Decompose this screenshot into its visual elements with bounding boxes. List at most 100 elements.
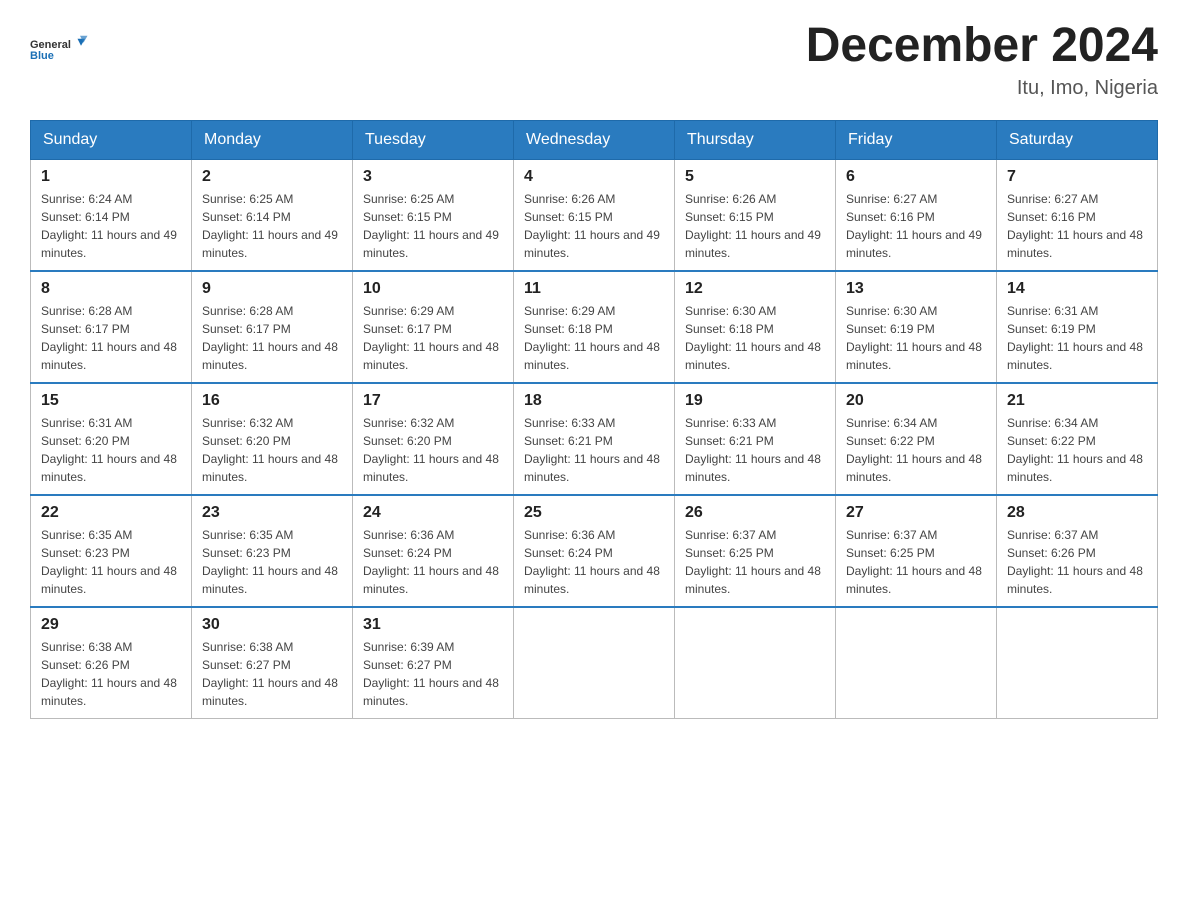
day-number: 3: [363, 168, 503, 186]
col-monday: Monday: [192, 120, 353, 159]
day-info: Sunrise: 6:27 AMSunset: 6:16 PMDaylight:…: [846, 192, 982, 260]
table-row: 11 Sunrise: 6:29 AMSunset: 6:18 PMDaylig…: [514, 271, 675, 383]
svg-text:General: General: [30, 39, 71, 51]
day-info: Sunrise: 6:31 AMSunset: 6:19 PMDaylight:…: [1007, 304, 1143, 372]
day-number: 17: [363, 392, 503, 410]
location: Itu, Imo, Nigeria: [806, 77, 1158, 100]
col-wednesday: Wednesday: [514, 120, 675, 159]
table-row: 18 Sunrise: 6:33 AMSunset: 6:21 PMDaylig…: [514, 383, 675, 495]
table-row: 6 Sunrise: 6:27 AMSunset: 6:16 PMDayligh…: [836, 159, 997, 271]
day-number: 4: [524, 168, 664, 186]
page-header: General Blue December 2024 Itu, Imo, Nig…: [30, 20, 1158, 100]
day-number: 22: [41, 504, 181, 522]
table-row: 15 Sunrise: 6:31 AMSunset: 6:20 PMDaylig…: [31, 383, 192, 495]
table-row: 31 Sunrise: 6:39 AMSunset: 6:27 PMDaylig…: [353, 607, 514, 719]
table-row: 25 Sunrise: 6:36 AMSunset: 6:24 PMDaylig…: [514, 495, 675, 607]
day-number: 20: [846, 392, 986, 410]
table-row: 17 Sunrise: 6:32 AMSunset: 6:20 PMDaylig…: [353, 383, 514, 495]
col-tuesday: Tuesday: [353, 120, 514, 159]
day-number: 16: [202, 392, 342, 410]
day-info: Sunrise: 6:29 AMSunset: 6:18 PMDaylight:…: [524, 304, 660, 372]
day-number: 12: [685, 280, 825, 298]
table-row: 14 Sunrise: 6:31 AMSunset: 6:19 PMDaylig…: [997, 271, 1158, 383]
day-number: 15: [41, 392, 181, 410]
day-number: 11: [524, 280, 664, 298]
day-number: 29: [41, 616, 181, 634]
table-row: 20 Sunrise: 6:34 AMSunset: 6:22 PMDaylig…: [836, 383, 997, 495]
day-info: Sunrise: 6:39 AMSunset: 6:27 PMDaylight:…: [363, 640, 499, 708]
day-info: Sunrise: 6:25 AMSunset: 6:15 PMDaylight:…: [363, 192, 499, 260]
day-number: 21: [1007, 392, 1147, 410]
table-row: 28 Sunrise: 6:37 AMSunset: 6:26 PMDaylig…: [997, 495, 1158, 607]
calendar-week-row: 1 Sunrise: 6:24 AMSunset: 6:14 PMDayligh…: [31, 159, 1158, 271]
day-info: Sunrise: 6:33 AMSunset: 6:21 PMDaylight:…: [685, 416, 821, 484]
table-row: 10 Sunrise: 6:29 AMSunset: 6:17 PMDaylig…: [353, 271, 514, 383]
table-row: 4 Sunrise: 6:26 AMSunset: 6:15 PMDayligh…: [514, 159, 675, 271]
table-row: 16 Sunrise: 6:32 AMSunset: 6:20 PMDaylig…: [192, 383, 353, 495]
day-number: 8: [41, 280, 181, 298]
day-number: 2: [202, 168, 342, 186]
table-row: [675, 607, 836, 719]
table-row: [836, 607, 997, 719]
calendar-header-row: Sunday Monday Tuesday Wednesday Thursday…: [31, 120, 1158, 159]
table-row: 8 Sunrise: 6:28 AMSunset: 6:17 PMDayligh…: [31, 271, 192, 383]
table-row: 13 Sunrise: 6:30 AMSunset: 6:19 PMDaylig…: [836, 271, 997, 383]
table-row: 5 Sunrise: 6:26 AMSunset: 6:15 PMDayligh…: [675, 159, 836, 271]
day-number: 5: [685, 168, 825, 186]
day-info: Sunrise: 6:28 AMSunset: 6:17 PMDaylight:…: [202, 304, 338, 372]
day-info: Sunrise: 6:32 AMSunset: 6:20 PMDaylight:…: [202, 416, 338, 484]
day-info: Sunrise: 6:33 AMSunset: 6:21 PMDaylight:…: [524, 416, 660, 484]
table-row: 19 Sunrise: 6:33 AMSunset: 6:21 PMDaylig…: [675, 383, 836, 495]
table-row: 24 Sunrise: 6:36 AMSunset: 6:24 PMDaylig…: [353, 495, 514, 607]
month-title: December 2024: [806, 20, 1158, 73]
day-number: 14: [1007, 280, 1147, 298]
day-info: Sunrise: 6:34 AMSunset: 6:22 PMDaylight:…: [1007, 416, 1143, 484]
day-number: 13: [846, 280, 986, 298]
day-info: Sunrise: 6:27 AMSunset: 6:16 PMDaylight:…: [1007, 192, 1143, 260]
table-row: [997, 607, 1158, 719]
day-number: 25: [524, 504, 664, 522]
day-info: Sunrise: 6:25 AMSunset: 6:14 PMDaylight:…: [202, 192, 338, 260]
day-number: 23: [202, 504, 342, 522]
day-info: Sunrise: 6:35 AMSunset: 6:23 PMDaylight:…: [41, 528, 177, 596]
day-info: Sunrise: 6:32 AMSunset: 6:20 PMDaylight:…: [363, 416, 499, 484]
table-row: 9 Sunrise: 6:28 AMSunset: 6:17 PMDayligh…: [192, 271, 353, 383]
svg-text:Blue: Blue: [30, 50, 54, 62]
day-number: 10: [363, 280, 503, 298]
day-info: Sunrise: 6:28 AMSunset: 6:17 PMDaylight:…: [41, 304, 177, 372]
day-number: 6: [846, 168, 986, 186]
table-row: 1 Sunrise: 6:24 AMSunset: 6:14 PMDayligh…: [31, 159, 192, 271]
day-info: Sunrise: 6:26 AMSunset: 6:15 PMDaylight:…: [685, 192, 821, 260]
title-area: December 2024 Itu, Imo, Nigeria: [806, 20, 1158, 100]
day-info: Sunrise: 6:38 AMSunset: 6:26 PMDaylight:…: [41, 640, 177, 708]
table-row: 22 Sunrise: 6:35 AMSunset: 6:23 PMDaylig…: [31, 495, 192, 607]
day-number: 27: [846, 504, 986, 522]
day-info: Sunrise: 6:24 AMSunset: 6:14 PMDaylight:…: [41, 192, 177, 260]
day-info: Sunrise: 6:30 AMSunset: 6:19 PMDaylight:…: [846, 304, 982, 372]
table-row: 29 Sunrise: 6:38 AMSunset: 6:26 PMDaylig…: [31, 607, 192, 719]
table-row: 30 Sunrise: 6:38 AMSunset: 6:27 PMDaylig…: [192, 607, 353, 719]
day-info: Sunrise: 6:37 AMSunset: 6:25 PMDaylight:…: [685, 528, 821, 596]
table-row: [514, 607, 675, 719]
calendar-week-row: 22 Sunrise: 6:35 AMSunset: 6:23 PMDaylig…: [31, 495, 1158, 607]
col-sunday: Sunday: [31, 120, 192, 159]
table-row: 2 Sunrise: 6:25 AMSunset: 6:14 PMDayligh…: [192, 159, 353, 271]
day-info: Sunrise: 6:36 AMSunset: 6:24 PMDaylight:…: [524, 528, 660, 596]
day-info: Sunrise: 6:30 AMSunset: 6:18 PMDaylight:…: [685, 304, 821, 372]
day-info: Sunrise: 6:26 AMSunset: 6:15 PMDaylight:…: [524, 192, 660, 260]
day-number: 30: [202, 616, 342, 634]
logo-svg: General Blue: [30, 20, 90, 75]
day-info: Sunrise: 6:29 AMSunset: 6:17 PMDaylight:…: [363, 304, 499, 372]
calendar-week-row: 29 Sunrise: 6:38 AMSunset: 6:26 PMDaylig…: [31, 607, 1158, 719]
table-row: 26 Sunrise: 6:37 AMSunset: 6:25 PMDaylig…: [675, 495, 836, 607]
table-row: 3 Sunrise: 6:25 AMSunset: 6:15 PMDayligh…: [353, 159, 514, 271]
calendar-week-row: 8 Sunrise: 6:28 AMSunset: 6:17 PMDayligh…: [31, 271, 1158, 383]
table-row: 23 Sunrise: 6:35 AMSunset: 6:23 PMDaylig…: [192, 495, 353, 607]
table-row: 21 Sunrise: 6:34 AMSunset: 6:22 PMDaylig…: [997, 383, 1158, 495]
logo: General Blue: [30, 20, 90, 75]
day-number: 1: [41, 168, 181, 186]
day-number: 19: [685, 392, 825, 410]
table-row: 12 Sunrise: 6:30 AMSunset: 6:18 PMDaylig…: [675, 271, 836, 383]
table-row: 27 Sunrise: 6:37 AMSunset: 6:25 PMDaylig…: [836, 495, 997, 607]
table-row: 7 Sunrise: 6:27 AMSunset: 6:16 PMDayligh…: [997, 159, 1158, 271]
